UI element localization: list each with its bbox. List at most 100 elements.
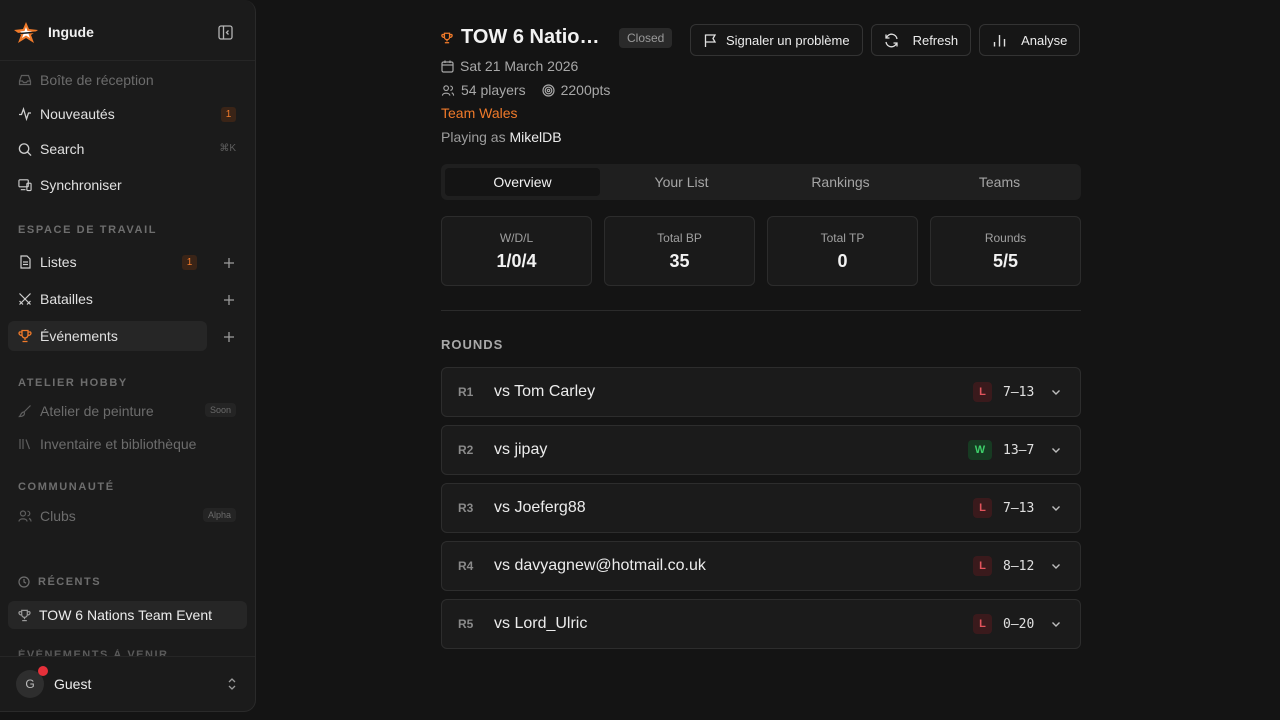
user-name: Guest	[54, 676, 92, 692]
flag-icon	[704, 33, 717, 47]
round-row-r2[interactable]: R2 vs jipay W 13–7	[441, 425, 1081, 475]
players-count: 54 players	[461, 82, 526, 98]
round-number: R1	[458, 385, 474, 399]
refresh-icon	[884, 33, 898, 47]
sidebar-item-battles[interactable]: Batailles	[8, 284, 207, 314]
analyse-label: Analyse	[1021, 32, 1068, 48]
users-icon	[441, 84, 455, 96]
bar-chart-icon	[993, 34, 1006, 46]
round-row-r5[interactable]: R5 vs Lord_Ulric L 0–20	[441, 599, 1081, 649]
chevrons-up-down-icon	[228, 678, 236, 690]
sidebar-item-lists[interactable]: Listes 1	[8, 247, 207, 277]
chevron-down-icon	[1052, 622, 1060, 627]
tab-teams[interactable]: Teams	[922, 168, 1077, 196]
sidebar-item-inbox[interactable]: Boîte de réception	[8, 65, 246, 95]
playing-as: Playing as MikelDB	[441, 129, 562, 145]
divider	[441, 310, 1081, 311]
sidebar-item-label: Clubs	[40, 508, 76, 524]
title-row: TOW 6 Nations Team Event Closed	[441, 26, 673, 49]
clock-icon	[18, 576, 30, 588]
news-count-badge: 1	[221, 107, 236, 122]
sidebar-item-label: Search	[40, 141, 85, 157]
recent-item-label: TOW 6 Nations Team Event	[39, 607, 212, 623]
sidebar-item-sync[interactable]: Synchroniser	[8, 170, 246, 200]
round-score: 7–13	[1003, 384, 1035, 400]
recent-item-event[interactable]: TOW 6 Nations Team Event	[8, 601, 247, 629]
activity-icon	[18, 107, 32, 121]
report-problem-label: Signaler un problème	[726, 32, 850, 48]
target-icon	[541, 83, 555, 97]
add-event-button[interactable]	[220, 328, 238, 346]
round-opponent: vs Joeferg88	[494, 499, 586, 516]
stat-card-total-tp: Total TP 0	[767, 216, 918, 286]
report-problem-button[interactable]: Signaler un problème	[690, 24, 863, 56]
sidebar-divider	[0, 656, 255, 657]
stat-value: 35	[669, 250, 690, 271]
action-bar: Signaler un problème Refresh Analyse	[690, 24, 1081, 56]
stat-label: Total TP	[820, 230, 865, 245]
tab-bar: Overview Your List Rankings Teams	[441, 164, 1081, 200]
collapse-sidebar-button[interactable]	[215, 22, 235, 42]
event-stats-line: 54 players 2200pts	[441, 82, 610, 98]
round-number: R4	[458, 559, 474, 573]
sidebar-item-paint[interactable]: Atelier de peinture Soon	[8, 396, 246, 426]
round-row-r1[interactable]: R1 vs Tom Carley L 7–13	[441, 367, 1081, 417]
search-shortcut: ⌘K	[219, 143, 236, 154]
stat-label: Rounds	[984, 230, 1027, 245]
rounds-heading: ROUNDS	[441, 337, 504, 352]
sidebar-item-clubs[interactable]: Clubs Alpha	[8, 501, 246, 531]
stat-value: 0	[837, 250, 848, 271]
stat-card-wdl: W/D/L 1/0/4	[441, 216, 592, 286]
sidebar-item-label: Atelier de peinture	[40, 403, 154, 419]
round-row-r3[interactable]: R3 vs Joeferg88 L 7–13	[441, 483, 1081, 533]
event-date-label: Sat 21 March 2026	[460, 58, 579, 74]
trophy-icon	[18, 329, 32, 343]
tab-overview[interactable]: Overview	[445, 168, 600, 196]
add-list-button[interactable]	[220, 254, 238, 272]
add-battle-button[interactable]	[220, 291, 238, 309]
recents-label: RÉCENTS	[38, 576, 102, 588]
tab-your-list[interactable]: Your List	[604, 168, 759, 196]
round-score: 7–13	[1003, 500, 1035, 516]
stat-card-rounds: Rounds 5/5	[930, 216, 1081, 286]
inbox-icon	[18, 73, 32, 87]
stat-value: 5/5	[992, 250, 1019, 271]
alpha-badge: Alpha	[202, 508, 236, 522]
calendar-icon	[441, 60, 454, 73]
sidebar-item-events[interactable]: Événements	[8, 321, 207, 351]
round-row-r4[interactable]: R4 vs davyagnew@hotmail.co.uk L 8–12	[441, 541, 1081, 591]
users-icon	[18, 509, 32, 523]
lists-count-badge: 1	[182, 255, 197, 270]
upcoming-header: ÉVÉNEMENTS À VENIR	[18, 649, 169, 656]
devices-icon	[18, 178, 32, 192]
brand[interactable]: Ingude	[12, 18, 94, 46]
plus-icon	[224, 332, 234, 342]
chevron-down-icon	[1052, 564, 1060, 569]
sidebar-item-label: Batailles	[40, 291, 93, 307]
round-number: R2	[458, 443, 474, 457]
round-opponent: vs davyagnew@hotmail.co.uk	[494, 557, 706, 574]
tab-rankings[interactable]: Rankings	[763, 168, 918, 196]
playing-as-name: MikelDB	[509, 129, 562, 145]
notification-dot	[38, 666, 48, 676]
chevron-down-icon	[1052, 390, 1060, 395]
search-icon	[18, 142, 32, 156]
avatar: G	[16, 666, 48, 698]
sidebar-item-search[interactable]: Search ⌘K	[8, 134, 246, 164]
team-link[interactable]: Team Wales	[441, 105, 518, 121]
brush-icon	[18, 404, 32, 418]
analyse-button[interactable]: Analyse	[979, 24, 1081, 56]
result-badge: W	[968, 440, 992, 460]
plus-icon	[224, 258, 234, 268]
round-opponent: vs Lord_Ulric	[494, 615, 588, 632]
user-menu[interactable]: G Guest	[8, 666, 246, 702]
round-number: R3	[458, 501, 474, 515]
round-opponent: vs Tom Carley	[494, 383, 596, 400]
sidebar-item-news[interactable]: Nouveautés 1	[8, 99, 246, 129]
sidebar-item-inventory[interactable]: Inventaire et bibliothèque	[8, 429, 246, 459]
round-score: 8–12	[1003, 558, 1035, 574]
round-score: 0–20	[1003, 616, 1035, 632]
stat-label: W/D/L	[499, 230, 534, 245]
refresh-button[interactable]: Refresh	[870, 24, 972, 56]
sidebar-toggle-icon	[217, 24, 233, 40]
